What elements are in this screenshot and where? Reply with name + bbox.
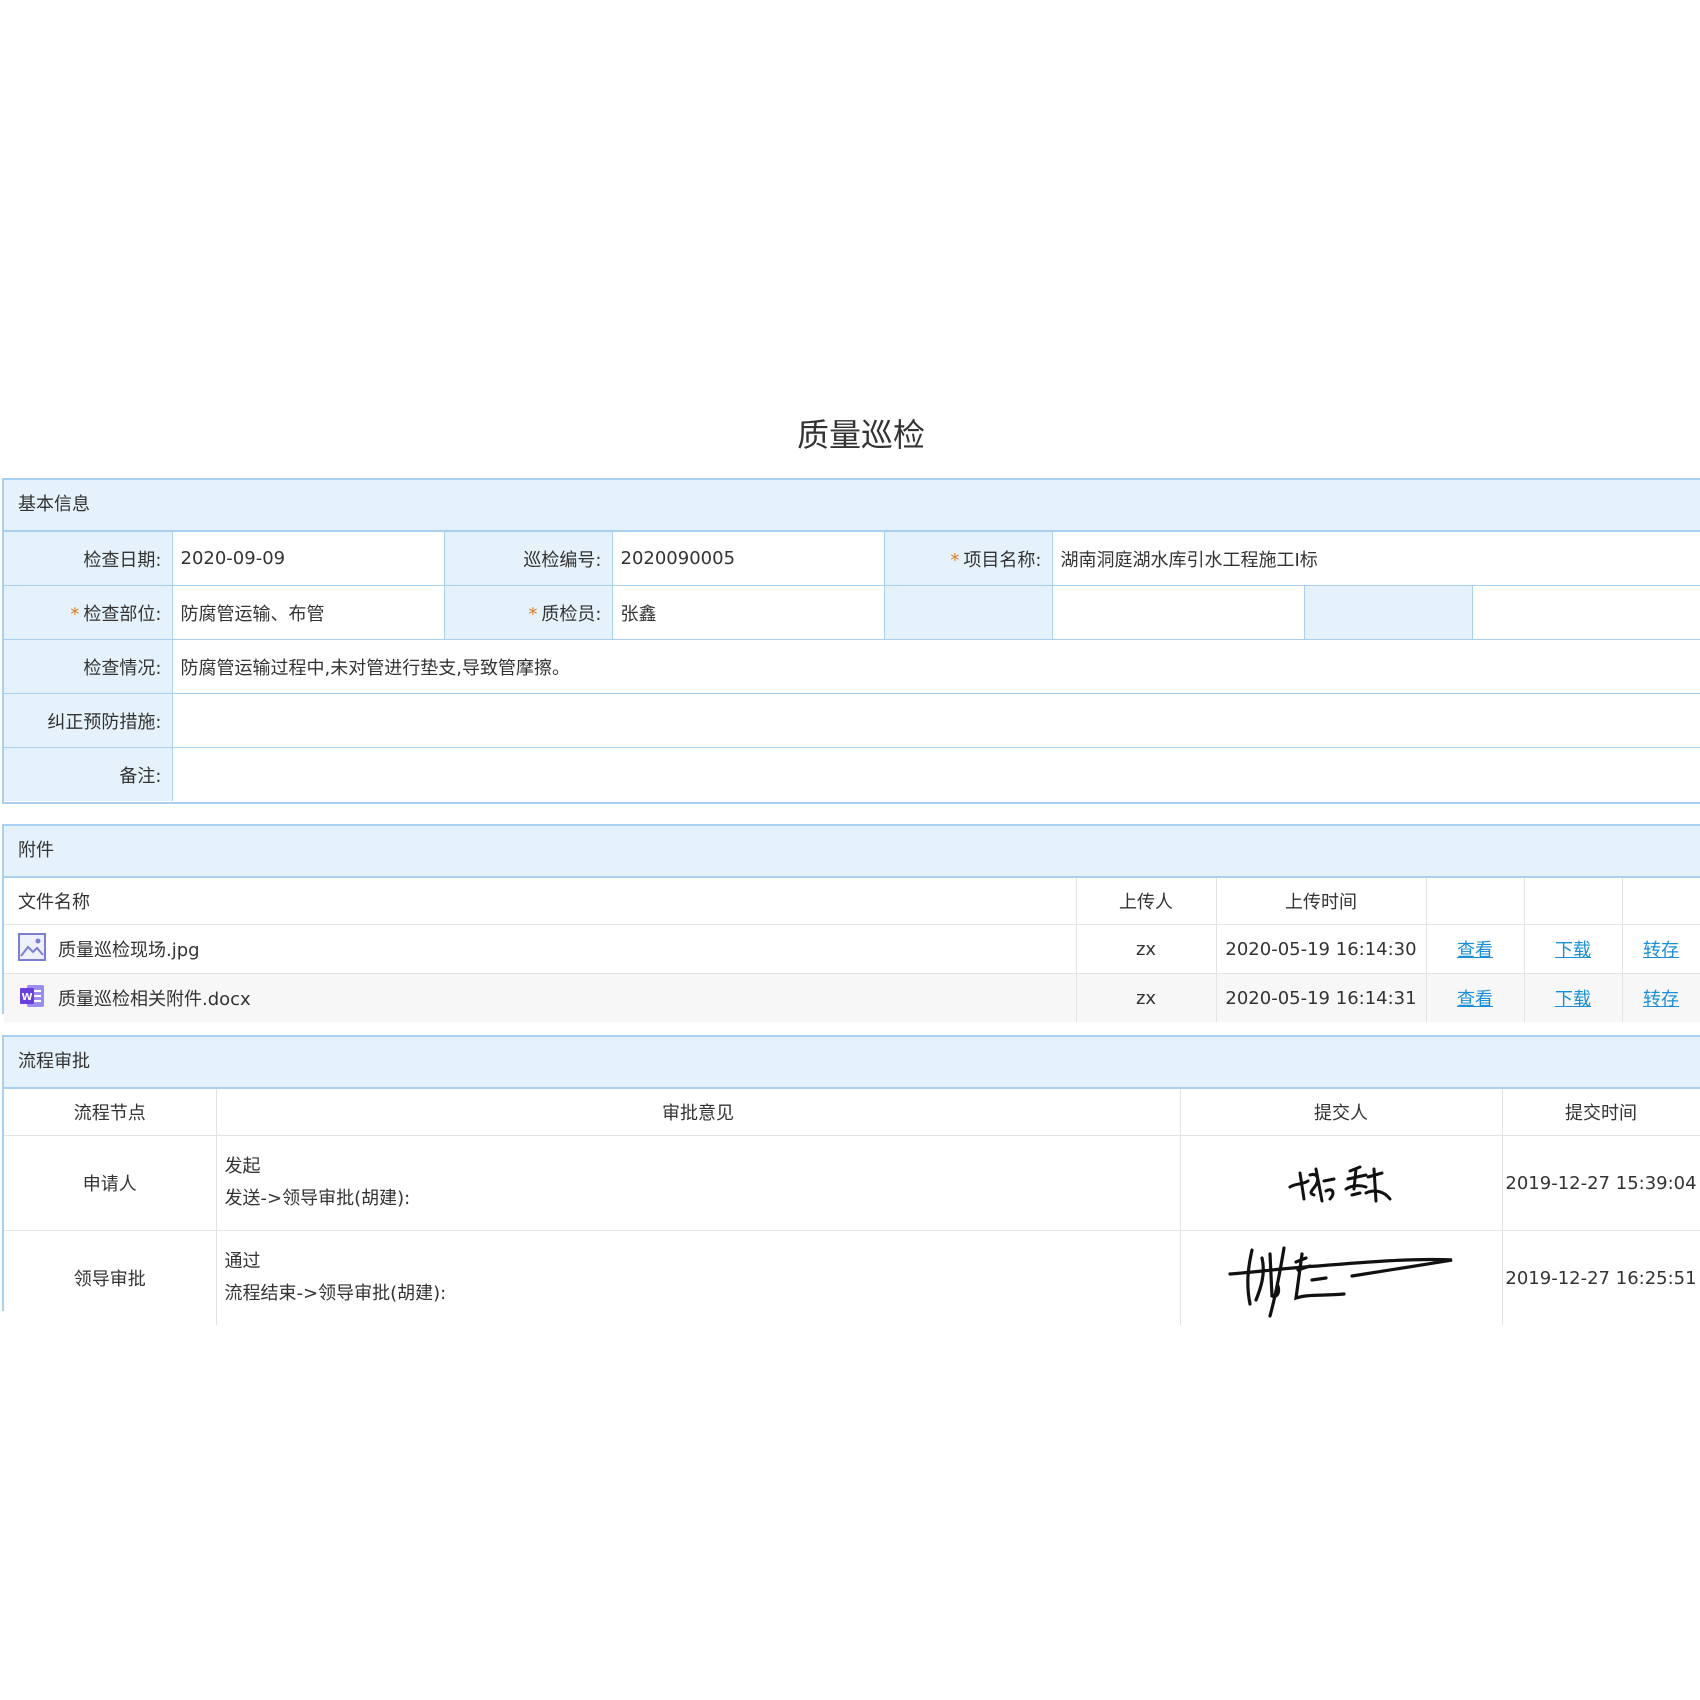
- table-row: 申请人 发起 发送->领导审批(胡建): 2019-12-27 15:39:04: [4, 1135, 1700, 1231]
- basic-info-table: 检查日期: 2020-09-09 巡检编号: 2020090005 * 项目名称:…: [4, 532, 1700, 801]
- basic-info-section: 基本信息 检查日期: 2020-09-09 巡检编号: 2020090005 *…: [2, 478, 1700, 804]
- file-name-cell: 质量巡检现场.jpg: [4, 924, 1077, 974]
- project-name-value: 湖南洞庭湖水库引水工程施工I标: [1052, 532, 1700, 586]
- download-cell: 下载: [1524, 924, 1623, 974]
- image-file-icon: [18, 932, 46, 966]
- file-name[interactable]: 质量巡检现场.jpg: [58, 936, 200, 962]
- info-row-4: 纠正预防措施:: [4, 693, 1700, 748]
- empty-label-cell: [1304, 585, 1473, 640]
- col-file-name: 文件名称: [4, 878, 1077, 925]
- opinion-cell: 发起 发送->领导审批(胡建):: [216, 1135, 1181, 1231]
- info-row-5: 备注:: [4, 747, 1700, 801]
- empty-value-cell: [1472, 585, 1700, 640]
- table-row: 质量巡检现场.jpg zx 2020-05-19 16:14:30 查看 下载 …: [4, 924, 1700, 974]
- attachments-table: 文件名称 上传人 上传时间 质量巡检现场.jpg zx 2020-05-19 1…: [4, 878, 1700, 1022]
- opinion-line: 通过: [224, 1251, 261, 1272]
- file-name-cell: W 质量巡检相关附件.docx: [4, 973, 1077, 1022]
- attachments-section: 附件 文件名称 上传人 上传时间 质量巡检现场.jpg zx 2020-05-1…: [2, 824, 1700, 1022]
- save-link[interactable]: 转存: [1643, 940, 1679, 961]
- save-cell: 转存: [1622, 973, 1700, 1022]
- save-cell: 转存: [1622, 924, 1700, 974]
- opinion-cell: 通过 流程结束->领导审批(胡建):: [216, 1230, 1181, 1325]
- submitter-signature-cell: [1180, 1135, 1503, 1231]
- download-link[interactable]: 下载: [1555, 989, 1591, 1010]
- save-link[interactable]: 转存: [1643, 989, 1679, 1010]
- measures-value: [172, 693, 1700, 748]
- view-link[interactable]: 查看: [1457, 940, 1493, 961]
- patrol-no-value: 2020090005: [612, 532, 885, 586]
- page-title: 质量巡检: [796, 416, 925, 454]
- check-date-label: 检查日期:: [4, 532, 173, 586]
- situation-label: 检查情况:: [4, 639, 173, 694]
- view-cell: 查看: [1426, 924, 1525, 974]
- flow-header: 流程审批: [4, 1037, 1700, 1089]
- info-row-3: 检查情况: 防腐管运输过程中,未对管进行垫支,导致管摩擦。: [4, 639, 1700, 694]
- project-name-label: * 项目名称:: [884, 532, 1053, 586]
- table-row: 领导审批 通过 流程结束->领导审批(胡建): 2019-12-27 16:25…: [4, 1230, 1700, 1325]
- signature-image: [1228, 1246, 1453, 1318]
- download-link[interactable]: 下载: [1555, 940, 1591, 961]
- col-flow-node: 流程节点: [4, 1089, 217, 1136]
- remark-value: [172, 747, 1700, 801]
- required-mark: *: [70, 603, 80, 625]
- uploader-cell: zx: [1076, 924, 1217, 974]
- upload-time-cell: 2020-05-19 16:14:31: [1216, 973, 1427, 1022]
- patrol-no-label: 巡检编号:: [444, 532, 613, 586]
- flow-node-cell: 领导审批: [4, 1230, 217, 1325]
- table-row: W 质量巡检相关附件.docx zx 2020-05-19 16:14:31 查…: [4, 973, 1700, 1022]
- file-name[interactable]: 质量巡检相关附件.docx: [58, 985, 251, 1011]
- check-date-value: 2020-09-09: [172, 532, 445, 586]
- check-part-value: 防腐管运输、布管: [172, 585, 445, 640]
- upload-time-cell: 2020-05-19 16:14:30: [1216, 924, 1427, 974]
- attachments-header-row: 文件名称 上传人 上传时间: [4, 878, 1700, 925]
- view-cell: 查看: [1426, 973, 1525, 1022]
- remark-label: 备注:: [4, 747, 173, 801]
- flow-header-row: 流程节点 审批意见 提交人 提交时间: [4, 1089, 1700, 1136]
- col-opinion: 审批意见: [216, 1089, 1181, 1136]
- col-uploader: 上传人: [1076, 878, 1217, 925]
- measures-label: 纠正预防措施:: [4, 693, 173, 748]
- required-mark: *: [528, 603, 538, 625]
- view-link[interactable]: 查看: [1457, 989, 1493, 1010]
- check-part-label: * 检查部位:: [4, 585, 173, 640]
- attachments-header: 附件: [4, 826, 1700, 878]
- col-upload-time: 上传时间: [1216, 878, 1427, 925]
- basic-info-header: 基本信息: [4, 480, 1700, 532]
- submitter-signature-cell: [1180, 1230, 1503, 1325]
- empty-label-cell: [884, 585, 1053, 640]
- col-submit-time: 提交时间: [1502, 1089, 1700, 1136]
- download-cell: 下载: [1524, 973, 1623, 1022]
- situation-value: 防腐管运输过程中,未对管进行垫支,导致管摩擦。: [172, 639, 1700, 694]
- inspector-value: 张鑫: [612, 585, 885, 640]
- flow-table: 流程节点 审批意见 提交人 提交时间 申请人 发起 发送->领导审批(胡建):: [4, 1089, 1700, 1325]
- info-row-2: * 检查部位: 防腐管运输、布管 * 质检员: 张鑫: [4, 585, 1700, 640]
- col-action-view: [1426, 878, 1525, 925]
- opinion-line: 流程结束->领导审批(胡建):: [224, 1283, 447, 1304]
- opinion-line: 发起: [224, 1156, 261, 1177]
- col-action-save: [1622, 878, 1700, 925]
- submit-time-cell: 2019-12-27 15:39:04: [1502, 1135, 1700, 1231]
- flow-section: 流程审批 流程节点 审批意见 提交人 提交时间 申请人 发起 发送->领导审批(…: [2, 1035, 1700, 1325]
- flow-node-cell: 申请人: [4, 1135, 217, 1231]
- signature-image: [1288, 1165, 1392, 1203]
- uploader-cell: zx: [1076, 973, 1217, 1022]
- svg-text:W: W: [21, 992, 32, 1003]
- opinion-line: 发送->领导审批(胡建):: [224, 1188, 411, 1209]
- col-action-download: [1524, 878, 1623, 925]
- required-mark: *: [950, 549, 960, 571]
- word-file-icon: W: [18, 982, 46, 1015]
- info-row-1: 检查日期: 2020-09-09 巡检编号: 2020090005 * 项目名称:…: [4, 532, 1700, 586]
- empty-value-cell: [1052, 585, 1305, 640]
- col-submitter: 提交人: [1180, 1089, 1503, 1136]
- inspector-label: * 质检员:: [444, 585, 613, 640]
- submit-time-cell: 2019-12-27 16:25:51: [1502, 1230, 1700, 1325]
